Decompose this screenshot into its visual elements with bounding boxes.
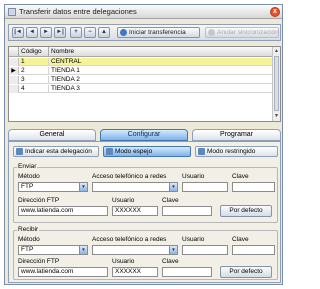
restricted-icon (198, 148, 205, 155)
receive-phone-label: Acceso telefónico a redes (92, 236, 167, 243)
send-pass2-label: Clave (162, 197, 179, 204)
cell-name: TIENDA 2 (49, 76, 273, 84)
start-transfer-button[interactable]: Iniciar transferencia (117, 27, 200, 38)
indicate-delegation-button[interactable]: Indicar esta delegación (13, 146, 99, 157)
send-group-title: Enviar (17, 163, 38, 171)
receive-group: Recibir Método Acceso telefónico a redes… (13, 226, 278, 280)
receive-method-select[interactable]: FTP ▼ (18, 245, 88, 255)
tab-general[interactable]: General (8, 129, 96, 141)
cancel-sync-button[interactable]: Anular sincronización (205, 27, 279, 38)
receive-user2-field[interactable]: XXXXXX (112, 267, 158, 277)
transfer-window: Transferir datos entre delegaciones x |◄… (4, 4, 283, 285)
prev-record-button[interactable]: ◄ (26, 27, 38, 38)
mirror-icon (106, 148, 113, 155)
chevron-down-icon[interactable]: ▼ (79, 183, 87, 191)
receive-user-field[interactable] (182, 245, 228, 255)
send-ftp-label: Dirección FTP (18, 197, 60, 204)
delegations-grid[interactable]: Código Nombre 1 CENTRAL ▶ 2 TIENDA 1 3 T… (8, 46, 281, 122)
next-record-button[interactable]: ► (40, 27, 52, 38)
last-record-button[interactable]: ►| (54, 27, 66, 38)
send-user-field[interactable] (182, 182, 228, 192)
receive-method-value: FTP (21, 246, 34, 253)
table-row[interactable]: 4 TIENDA 3 (9, 85, 273, 93)
scroll-up-icon[interactable]: ▲ (273, 48, 280, 55)
send-method-value: FTP (21, 183, 34, 190)
first-record-button[interactable]: |◄ (12, 27, 24, 38)
grid-scrollbar[interactable]: ▲ ▼ (272, 47, 280, 121)
receive-pass-field[interactable] (232, 245, 275, 255)
configure-panel: Indicar esta delegación Modo espejo Modo… (8, 141, 281, 283)
receive-pass-label: Clave (232, 236, 249, 243)
start-transfer-label: Iniciar transferencia (129, 29, 186, 36)
toolbar: |◄ ◄ ► ►| + − ▲ Iniciar transferencia An… (8, 24, 281, 41)
scroll-down-icon[interactable]: ▼ (273, 113, 280, 120)
send-pass-field[interactable] (232, 182, 275, 192)
send-user2-field[interactable]: XXXXXX (112, 206, 158, 216)
table-row[interactable]: 1 CENTRAL (9, 58, 273, 66)
cell-code: 3 (19, 76, 49, 84)
title-bar[interactable]: Transferir datos entre delegaciones x (5, 5, 282, 19)
row-indicator: ▶ (9, 67, 19, 75)
mirror-mode-label: Modo espejo (115, 148, 153, 155)
app-icon (8, 8, 16, 16)
receive-group-title: Recibir (17, 226, 40, 234)
send-pass2-field[interactable] (162, 206, 212, 216)
sync-icon (208, 29, 215, 36)
receive-phone-select[interactable]: ▼ (92, 245, 178, 255)
row-indicator (9, 85, 19, 93)
cancel-sync-label: Anular sincronización (217, 29, 279, 36)
add-record-button[interactable]: + (70, 27, 82, 38)
column-header-name[interactable]: Nombre (49, 47, 273, 57)
close-button[interactable]: x (270, 7, 280, 17)
scroll-thumb[interactable] (274, 56, 279, 111)
mirror-mode-button[interactable]: Modo espejo (103, 146, 191, 157)
settings-tabs: General Configurar Programar (8, 129, 281, 141)
chevron-down-icon[interactable]: ▼ (79, 246, 87, 254)
send-default-button[interactable]: Por defecto (220, 205, 272, 217)
tab-schedule[interactable]: Programar (192, 129, 281, 141)
send-phone-label: Acceso telefónico a redes (92, 173, 167, 180)
send-method-select[interactable]: FTP ▼ (18, 182, 88, 192)
receive-user-label: Usuario (182, 236, 205, 243)
send-user2-label: Usuario (112, 197, 135, 204)
send-ftp-field[interactable]: www.latienda.com (18, 206, 108, 216)
receive-default-button[interactable]: Por defecto (220, 266, 272, 278)
send-pass-label: Clave (232, 173, 249, 180)
window-title: Transferir datos entre delegaciones (19, 7, 137, 16)
cell-code: 2 (19, 67, 49, 75)
cell-name: CENTRAL (49, 58, 273, 66)
receive-ftp-label: Dirección FTP (18, 258, 60, 265)
row-indicator (9, 58, 19, 66)
tab-configure[interactable]: Configurar (100, 129, 188, 141)
cell-code: 4 (19, 85, 49, 93)
receive-user2-label: Usuario (112, 258, 135, 265)
table-row[interactable]: 3 TIENDA 2 (9, 76, 273, 84)
send-method-label: Método (18, 173, 40, 180)
restricted-mode-label: Modo restringido (207, 148, 256, 155)
receive-pass2-label: Clave (162, 258, 179, 265)
receive-method-label: Método (18, 236, 40, 243)
send-phone-select[interactable]: ▼ (92, 182, 178, 192)
send-group: Enviar Método Acceso telefónico a redes … (13, 163, 278, 223)
chevron-down-icon[interactable]: ▼ (169, 183, 177, 191)
row-indicator (9, 76, 19, 84)
post-record-button[interactable]: ▲ (98, 27, 110, 38)
flag-icon (16, 148, 23, 155)
table-row[interactable]: ▶ 2 TIENDA 1 (9, 67, 273, 75)
indicate-delegation-label: Indicar esta delegación (25, 148, 92, 155)
send-user-label: Usuario (182, 173, 205, 180)
chevron-down-icon[interactable]: ▼ (169, 246, 177, 254)
column-header-code[interactable]: Código (19, 47, 49, 57)
receive-ftp-field[interactable]: www.latienda.com (18, 267, 108, 277)
cell-name: TIENDA 1 (49, 67, 273, 75)
cell-name: TIENDA 3 (49, 85, 273, 93)
delete-record-button[interactable]: − (84, 27, 96, 38)
restricted-mode-button[interactable]: Modo restringido (195, 146, 278, 157)
receive-pass2-field[interactable] (162, 267, 212, 277)
transfer-icon (120, 29, 127, 36)
grid-corner (9, 47, 19, 57)
cell-code: 1 (19, 58, 49, 66)
